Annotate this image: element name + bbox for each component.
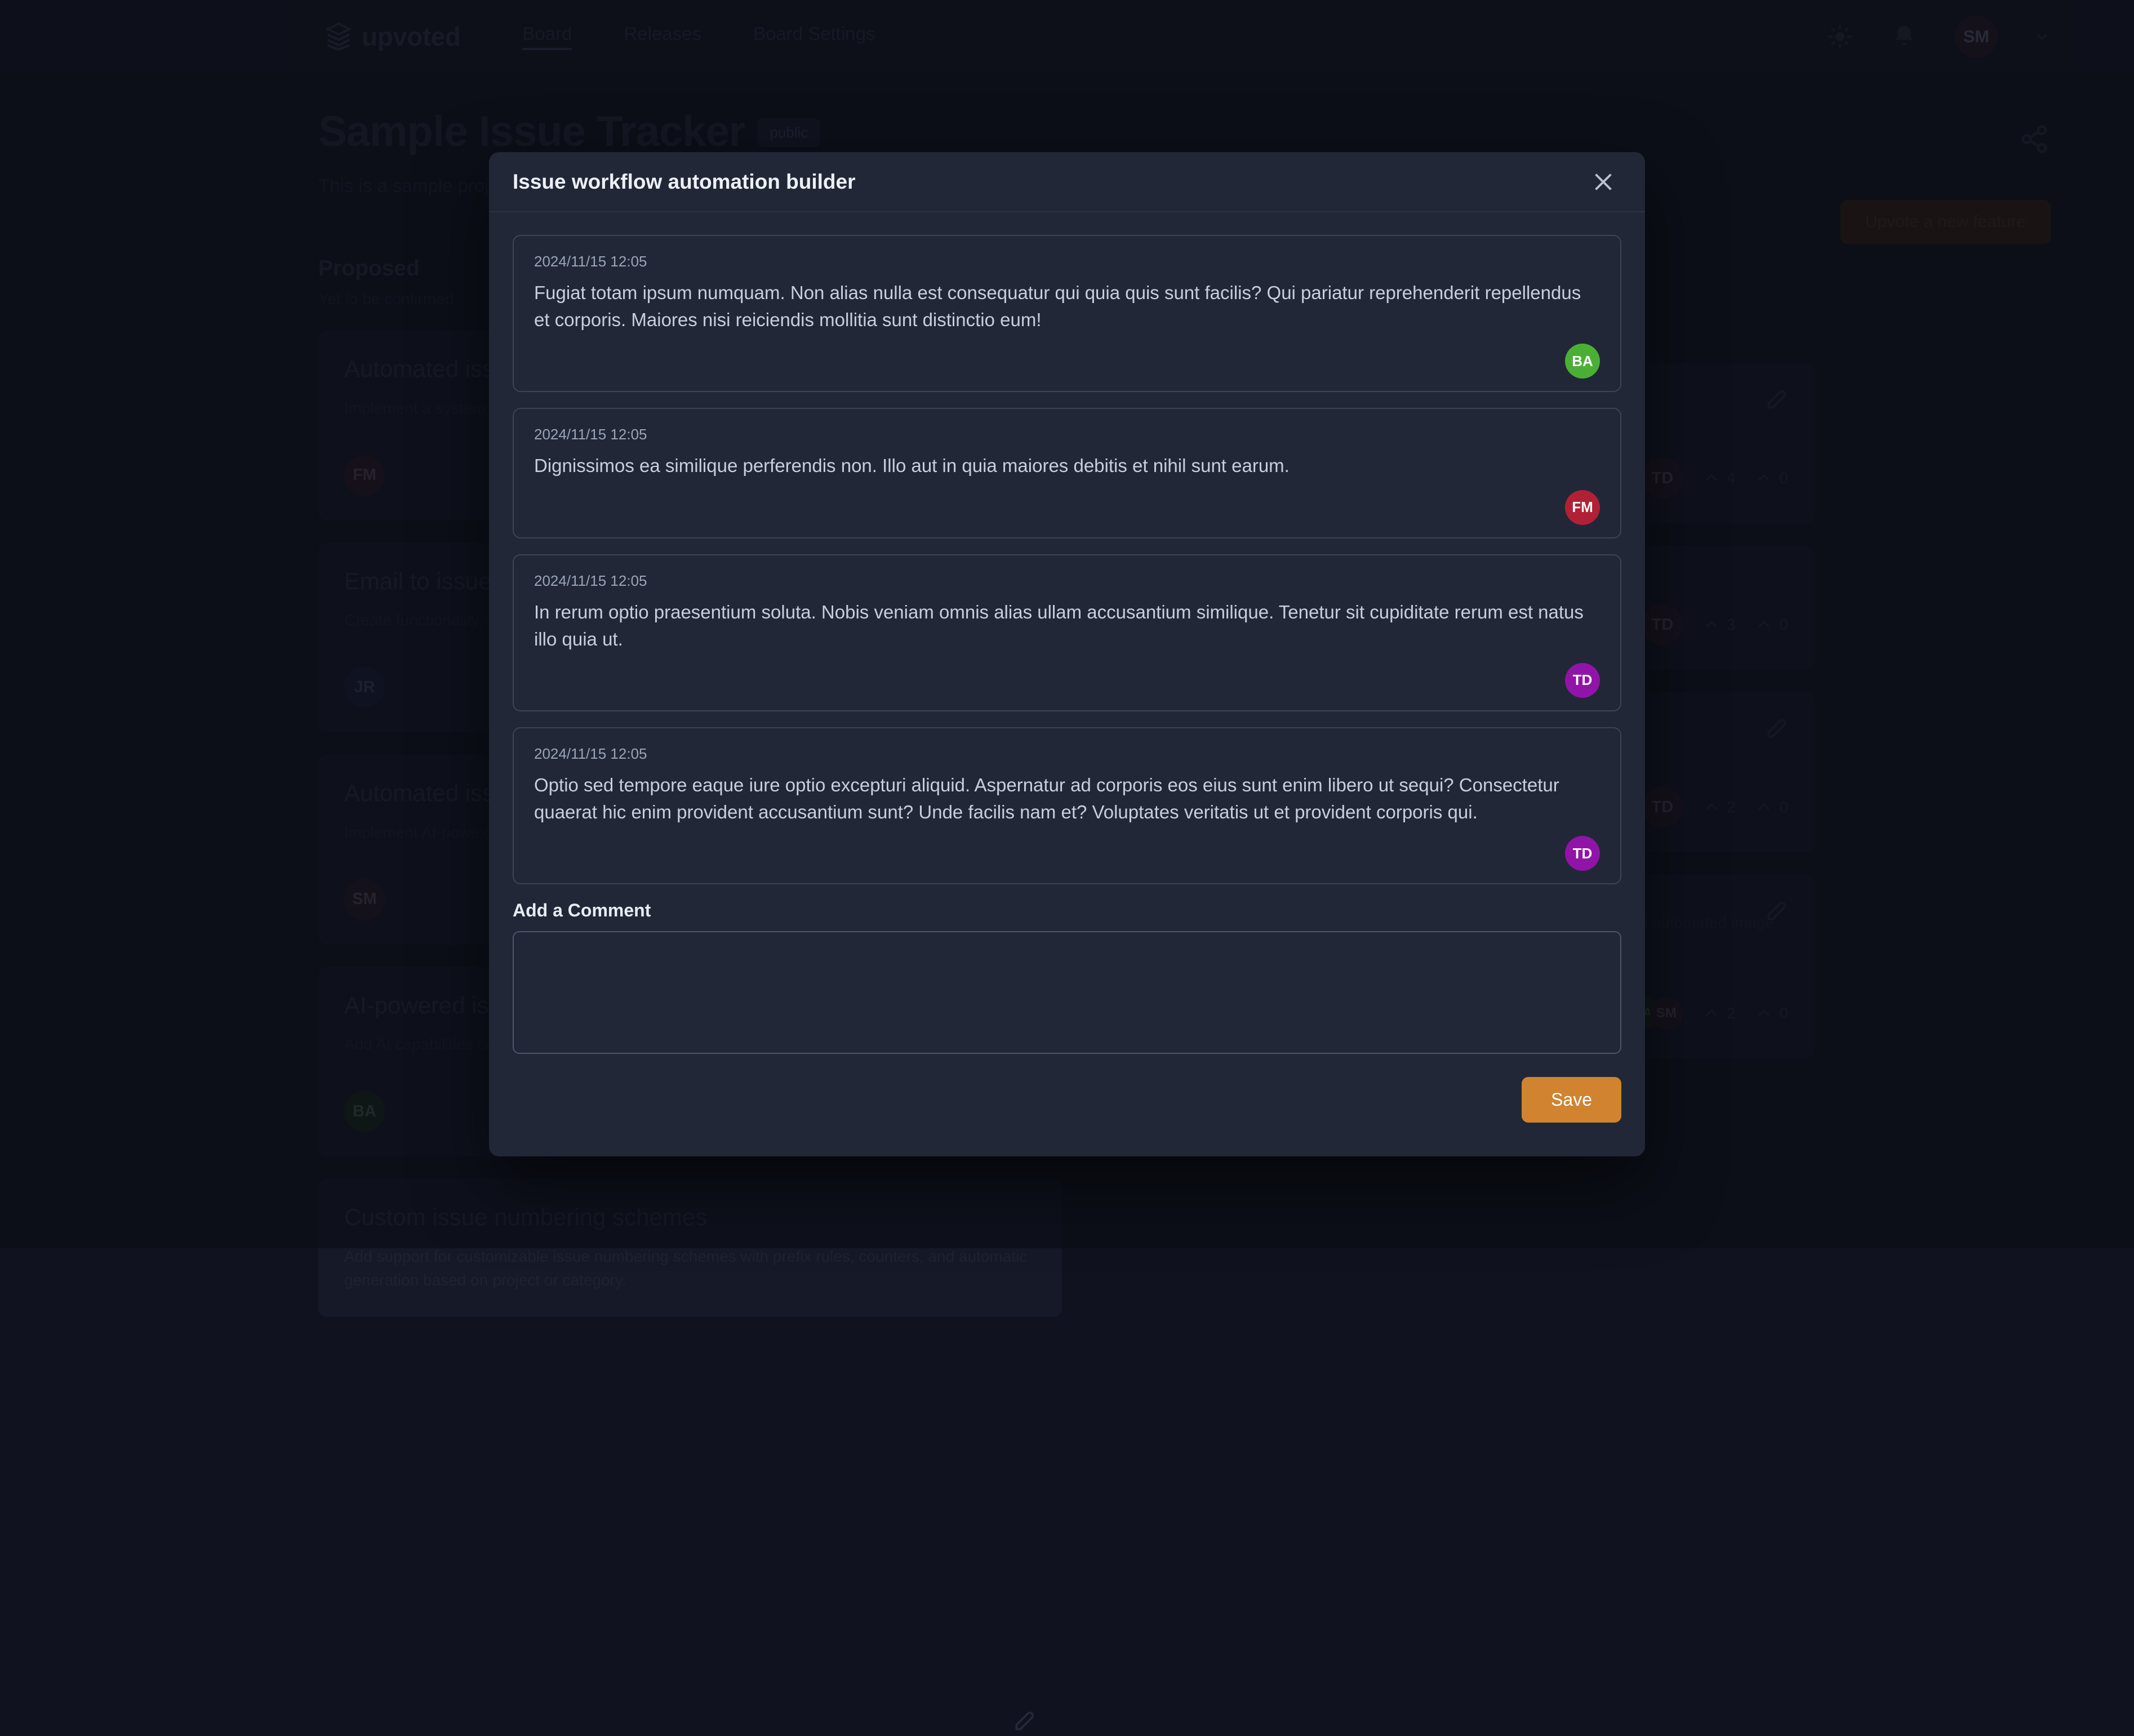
avatar: TD bbox=[1565, 663, 1600, 698]
comment-item: 2024/11/15 12:05 Optio sed tempore eaque… bbox=[513, 727, 1621, 884]
close-icon[interactable] bbox=[1588, 166, 1619, 198]
avatar: BA bbox=[1565, 344, 1600, 379]
comment-item: 2024/11/15 12:05 Fugiat totam ipsum numq… bbox=[513, 235, 1621, 392]
save-button[interactable]: Save bbox=[1522, 1077, 1621, 1123]
modal-footer: Save bbox=[489, 1057, 1645, 1156]
edit-icon[interactable] bbox=[1012, 1708, 1037, 1733]
comment-text: Optio sed tempore eaque iure optio excep… bbox=[534, 772, 1600, 826]
issue-detail-modal: Issue workflow automation builder 2024/1… bbox=[489, 152, 1645, 1156]
comment-item: 2024/11/15 12:05 In rerum optio praesent… bbox=[513, 554, 1621, 711]
add-comment-input[interactable] bbox=[513, 931, 1621, 1054]
comment-text: Dignissimos ea similique perferendis non… bbox=[534, 452, 1600, 479]
comment-date: 2024/11/15 12:05 bbox=[534, 745, 1600, 763]
issue-card-description: Add support for customizable issue numbe… bbox=[344, 1245, 1036, 1292]
comment-date: 2024/11/15 12:05 bbox=[534, 253, 1600, 270]
modal-body: 2024/11/15 12:05 Fugiat totam ipsum numq… bbox=[489, 212, 1645, 1057]
modal-title: Issue workflow automation builder bbox=[513, 170, 856, 194]
comment-item: 2024/11/15 12:05 Dignissimos ea similiqu… bbox=[513, 408, 1621, 538]
avatar: TD bbox=[1565, 836, 1600, 871]
avatar: FM bbox=[1565, 490, 1600, 525]
comment-date: 2024/11/15 12:05 bbox=[534, 426, 1600, 443]
modal-header: Issue workflow automation builder bbox=[489, 152, 1645, 212]
comment-date: 2024/11/15 12:05 bbox=[534, 572, 1600, 590]
add-comment-label: Add a Comment bbox=[513, 900, 1621, 921]
comment-text: In rerum optio praesentium soluta. Nobis… bbox=[534, 599, 1600, 653]
modal-overlay[interactable]: Issue workflow automation builder 2024/1… bbox=[0, 0, 2134, 1248]
comment-text: Fugiat totam ipsum numquam. Non alias nu… bbox=[534, 279, 1600, 333]
